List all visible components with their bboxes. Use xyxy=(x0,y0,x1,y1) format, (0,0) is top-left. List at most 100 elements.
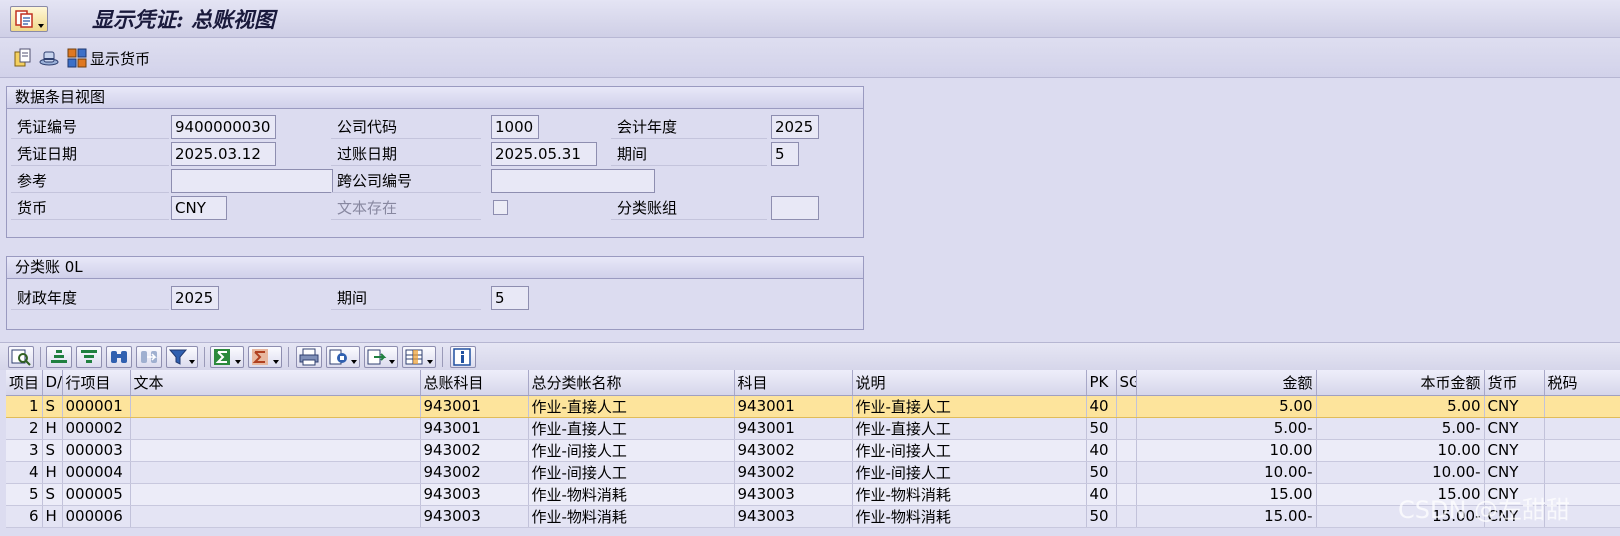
group-title: 分类账 0L xyxy=(7,257,863,279)
cell-gl-account: 943001 xyxy=(420,395,529,418)
cell-amount: 5.00 xyxy=(1136,395,1317,418)
find-next-button[interactable] xyxy=(136,346,162,368)
cell-amount: 10.00- xyxy=(1136,461,1317,484)
doc-date-label: 凭证日期 xyxy=(11,142,169,166)
col-header-text[interactable]: 文本 xyxy=(130,370,421,396)
dropdown-arrow-icon xyxy=(189,360,195,364)
table-row[interactable]: 3 S 000003 943002 作业-间接人工 943002 作业-间接人工… xyxy=(6,439,1620,462)
display-header-button[interactable] xyxy=(38,46,60,70)
doc-number-field[interactable]: 9400000030 xyxy=(171,115,276,139)
period-field[interactable]: 5 xyxy=(771,142,799,166)
other-document-button[interactable] xyxy=(12,46,34,70)
sort-descending-button[interactable] xyxy=(76,346,102,368)
cell-text xyxy=(130,461,421,484)
details-icon xyxy=(11,349,31,366)
subtotal-icon xyxy=(252,349,268,365)
export-button[interactable] xyxy=(364,346,398,368)
cell-amount: 5.00- xyxy=(1136,417,1317,440)
details-button[interactable] xyxy=(8,346,34,368)
grid-toolbar xyxy=(0,342,1620,370)
cell-item: 3 xyxy=(6,439,43,462)
fiscal-year-field[interactable]: 2025 xyxy=(771,115,819,139)
dropdown-arrow-icon xyxy=(427,360,433,364)
find-button[interactable] xyxy=(106,346,132,368)
col-header-local-amount[interactable]: 本币金额 xyxy=(1316,370,1485,396)
table-row[interactable]: 4 H 000004 943002 作业-间接人工 943002 作业-间接人工… xyxy=(6,461,1620,484)
filter-button[interactable] xyxy=(166,346,198,368)
line-items-grid: 项目 D/ 行项目 文本 总账科目 总分类帐名称 科目 说明 PK SG 金额 … xyxy=(6,370,1620,528)
info-button[interactable] xyxy=(450,346,476,368)
cell-local-amount: 5.00- xyxy=(1316,417,1485,440)
col-header-line-item[interactable]: 行项目 xyxy=(62,370,131,396)
views-button[interactable] xyxy=(326,346,360,368)
cell-description: 作业-物料消耗 xyxy=(852,505,1087,528)
cell-gl-name: 作业-间接人工 xyxy=(528,461,735,484)
display-currency-button[interactable]: 显示货币 xyxy=(66,46,150,70)
cell-description: 作业-直接人工 xyxy=(852,417,1087,440)
col-header-dc[interactable]: D/ xyxy=(42,370,63,396)
cross-company-field[interactable] xyxy=(491,169,655,193)
table-row[interactable]: 5 S 000005 943003 作业-物料消耗 943003 作业-物料消耗… xyxy=(6,483,1620,506)
cell-gl-name: 作业-间接人工 xyxy=(528,439,735,462)
col-header-pk[interactable]: PK xyxy=(1086,370,1117,396)
print-preview-button[interactable] xyxy=(296,346,322,368)
company-code-label: 公司代码 xyxy=(331,115,481,139)
cell-text xyxy=(130,505,421,528)
views-icon xyxy=(329,349,347,365)
cell-sg xyxy=(1116,417,1137,440)
cell-line-item: 000004 xyxy=(62,461,131,484)
posting-date-label: 过账日期 xyxy=(331,142,481,166)
cell-pk: 40 xyxy=(1086,483,1117,506)
cell-item: 5 xyxy=(6,483,43,506)
ledger-fiscal-year-field[interactable]: 2025 xyxy=(171,286,219,310)
find-next-icon xyxy=(141,351,157,363)
title-bar: 显示凭证: 总账视图 xyxy=(0,0,1620,38)
cell-pk: 50 xyxy=(1086,461,1117,484)
col-header-sg[interactable]: SG xyxy=(1116,370,1137,396)
layout-button[interactable] xyxy=(402,346,436,368)
col-header-tax[interactable]: 税码 xyxy=(1544,370,1620,396)
cell-pk: 40 xyxy=(1086,439,1117,462)
dropdown-arrow-icon xyxy=(389,360,395,364)
col-header-description[interactable]: 说明 xyxy=(852,370,1087,396)
cell-tax xyxy=(1544,395,1620,418)
posting-date-field[interactable]: 2025.05.31 xyxy=(491,142,597,166)
cell-account: 943001 xyxy=(734,417,853,440)
currency-grid-icon xyxy=(67,48,87,68)
cell-local-amount: 10.00 xyxy=(1316,439,1485,462)
cell-dc: H xyxy=(42,505,63,528)
col-header-gl-name[interactable]: 总分类帐名称 xyxy=(528,370,735,396)
print-icon xyxy=(299,348,319,366)
company-code-field[interactable]: 1000 xyxy=(491,115,539,139)
binoculars-icon xyxy=(111,351,127,363)
reference-field[interactable] xyxy=(171,169,333,193)
subtotal-button[interactable] xyxy=(248,346,282,368)
col-header-amount[interactable]: 金额 xyxy=(1136,370,1317,396)
ledger-period-field[interactable]: 5 xyxy=(491,286,529,310)
table-row[interactable]: 6 H 000006 943003 作业-物料消耗 943003 作业-物料消耗… xyxy=(6,505,1620,528)
col-header-currency[interactable]: 货币 xyxy=(1484,370,1545,396)
table-row[interactable]: 1 S 000001 943001 作业-直接人工 943001 作业-直接人工… xyxy=(6,395,1620,418)
col-header-item[interactable]: 项目 xyxy=(6,370,43,396)
cell-local-amount: 10.00- xyxy=(1316,461,1485,484)
sum-button[interactable] xyxy=(210,346,244,368)
cell-pk: 50 xyxy=(1086,417,1117,440)
toolbar-separator xyxy=(442,347,443,367)
doc-date-field[interactable]: 2025.03.12 xyxy=(171,142,276,166)
cell-description: 作业-间接人工 xyxy=(852,461,1087,484)
table-row[interactable]: 2 H 000002 943001 作业-直接人工 943001 作业-直接人工… xyxy=(6,417,1620,440)
sigma-icon xyxy=(214,349,230,365)
system-menu-button[interactable] xyxy=(10,6,48,32)
data-entry-view-group: 数据条目视图 凭证编号 9400000030 公司代码 1000 会计年度 20… xyxy=(6,86,864,238)
sort-ascending-button[interactable] xyxy=(46,346,72,368)
currency-field[interactable]: CNY xyxy=(171,196,227,220)
col-header-gl-account[interactable]: 总账科目 xyxy=(420,370,529,396)
text-exists-checkbox[interactable] xyxy=(493,200,508,215)
grid-header-row: 项目 D/ 行项目 文本 总账科目 总分类帐名称 科目 说明 PK SG 金额 … xyxy=(6,370,1620,396)
ledger-group-field[interactable] xyxy=(771,196,819,220)
cell-account: 943002 xyxy=(734,439,853,462)
ledger-group-label: 分类账组 xyxy=(611,196,767,220)
hat-icon xyxy=(39,51,59,66)
col-header-account[interactable]: 科目 xyxy=(734,370,853,396)
text-exists-label: 文本存在 xyxy=(331,196,481,220)
